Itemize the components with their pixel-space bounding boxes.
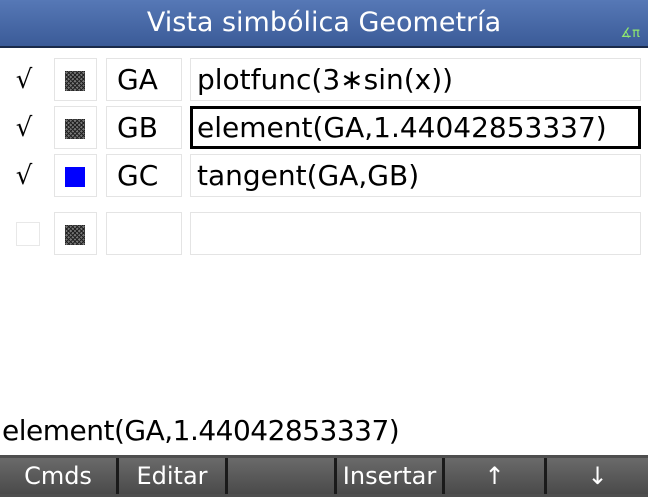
edit-line[interactable]: element(GA,1.44042853337) [2,411,642,451]
arrow-down-icon: ↓ [587,462,608,490]
cmds-button-label: Cmds [24,462,92,490]
move-up-button[interactable]: ↑ [442,458,544,494]
move-down-button[interactable]: ↓ [544,458,648,494]
insertar-button[interactable]: Insertar [334,458,442,494]
object-name-ga: GA [106,58,182,101]
cmds-button[interactable]: Cmds [0,458,116,494]
symbolic-row-gb[interactable]: √ GB element(GA,1.44042853337) [0,104,648,152]
object-name-empty[interactable] [106,212,182,255]
enable-checkbox-gc[interactable]: √ [10,162,38,190]
color-picker-empty[interactable] [54,212,97,255]
symbolic-row-ga[interactable]: √ GA plotfunc(3∗sin(x)) [0,56,648,104]
blank-softkey[interactable] [225,458,334,494]
expression-field-ga[interactable]: plotfunc(3∗sin(x)) [190,58,641,101]
expression-field-empty[interactable] [190,212,641,255]
enable-checkbox-gb[interactable]: √ [10,114,38,142]
color-picker-ga[interactable] [54,58,97,101]
symbolic-row-gc[interactable]: √ GC tangent(GA,GB) [0,152,648,200]
enable-checkbox-empty[interactable] [16,222,40,246]
geometry-symbolic-view: Vista simbólica Geometría ∡π √ GA plotfu… [0,0,648,497]
insertar-button-label: Insertar [342,462,437,490]
editar-button[interactable]: Editar [116,458,225,494]
title-bar: Vista simbólica Geometría ∡π [0,0,648,48]
color-swatch-icon [65,225,85,245]
color-swatch-icon [65,119,85,139]
expression-field-gc[interactable]: tangent(GA,GB) [190,154,641,197]
color-swatch-icon [65,71,85,91]
editar-button-label: Editar [136,462,208,490]
angle-mode-icon: ∡π [620,26,640,41]
softkey-menu-bar: Cmds Editar Insertar ↑ ↓ [0,455,648,497]
color-picker-gc[interactable] [54,154,97,197]
object-name-gc: GC [106,154,182,197]
arrow-up-icon: ↑ [484,462,505,490]
symbolic-row-empty[interactable] [0,210,648,258]
object-name-gb: GB [106,106,182,149]
enable-checkbox-ga[interactable]: √ [10,66,38,94]
expression-field-gb[interactable]: element(GA,1.44042853337) [190,106,641,149]
color-picker-gb[interactable] [54,106,97,149]
page-title: Vista simbólica Geometría [146,7,502,38]
color-swatch-icon [65,167,85,187]
